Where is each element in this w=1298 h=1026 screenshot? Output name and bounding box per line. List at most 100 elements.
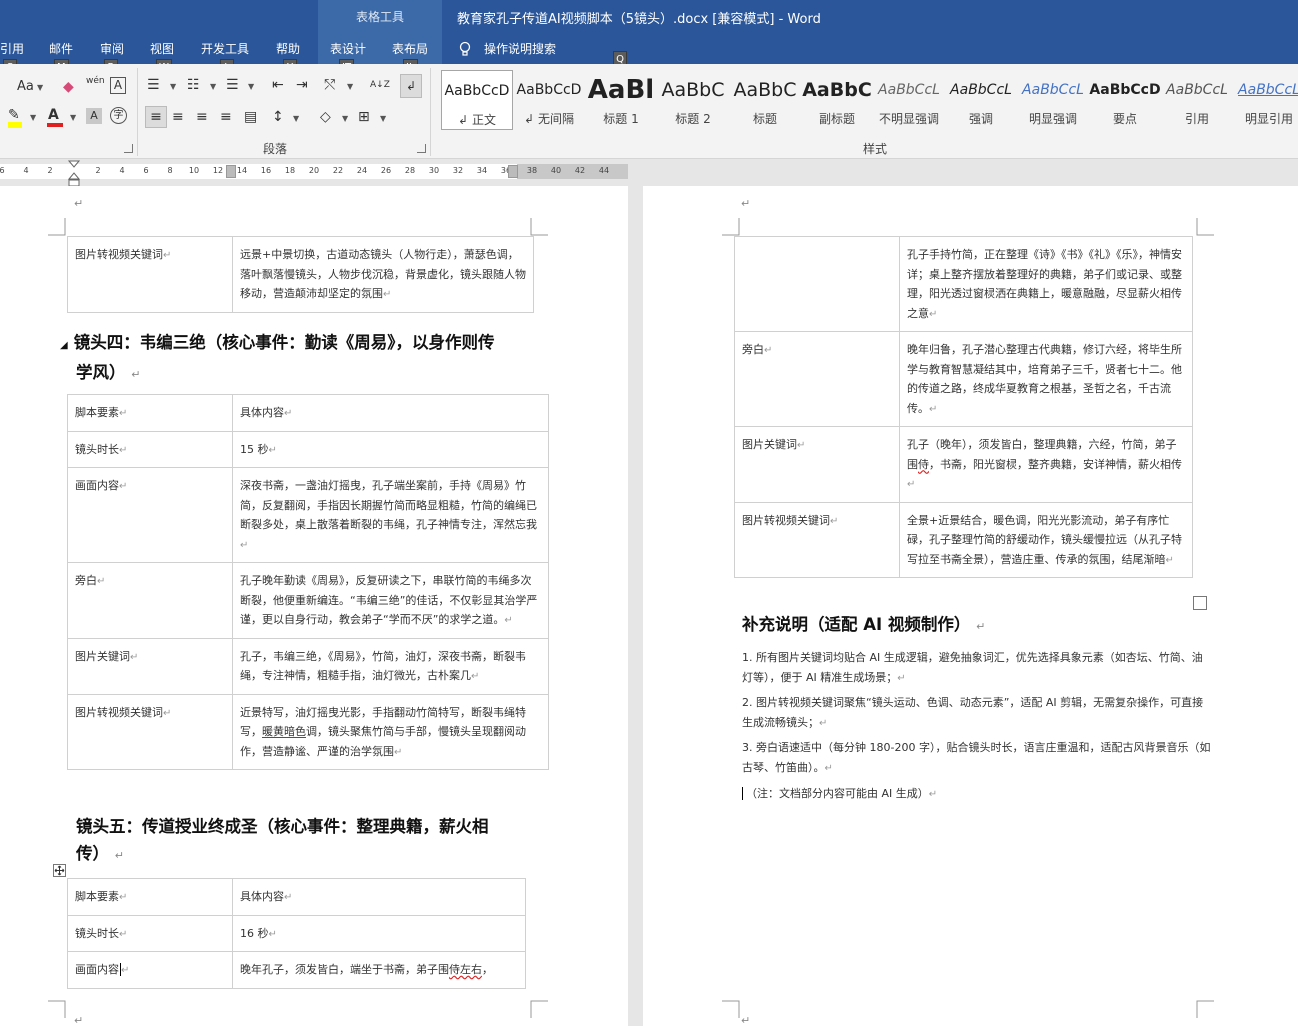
- supplement-item[interactable]: 1. 所有图片关键词均贴合 AI 生成逻辑，避免抽象词汇，优先选择具象元素（如杏…: [742, 648, 1212, 688]
- change-case-button[interactable]: Aa: [17, 78, 34, 96]
- table-cell[interactable]: 远景+中景切换，古道动态镜头（人物行走），萧瑟色调，落叶飘落慢镜头，人物步伐沉稳…: [232, 236, 534, 313]
- paragraph-mark-icon: ↲: [524, 112, 535, 126]
- borders-icon[interactable]: ⊞: [358, 108, 370, 126]
- align-right-icon[interactable]: ≡: [196, 108, 208, 126]
- style-normal[interactable]: AaBbCcD ↲ 正文: [441, 70, 513, 130]
- clear-formatting-icon[interactable]: ◆: [63, 78, 74, 96]
- style-quote[interactable]: AaBbCcL 引用: [1161, 70, 1233, 130]
- style-emphasis[interactable]: AaBbCcL 强调: [945, 70, 1017, 130]
- numbering-icon[interactable]: ☷: [187, 76, 200, 94]
- bullets-icon[interactable]: ☰: [147, 76, 160, 94]
- chevron-down-icon: ▼: [248, 82, 255, 91]
- table-cell[interactable]: 画面内容↵: [67, 467, 233, 563]
- style-heading-1[interactable]: AaBl 标题 1: [585, 70, 657, 130]
- table-cell[interactable]: 图片关键词↵: [67, 637, 233, 695]
- shot4-heading[interactable]: ◢ 镜头四：韦编三绝（核心事件：勤读《周易》，以身作则传 学风） ↵: [60, 329, 540, 388]
- table-cell[interactable]: 具体内容↵: [232, 394, 549, 432]
- table-cell[interactable]: 近景特写，油灯摇曳光影，手指翻动竹简特写，断裂韦绳特写，暖黄暗色调，镜头聚焦竹简…: [232, 693, 549, 770]
- table-cell[interactable]: 镜头时长↵: [67, 430, 233, 468]
- table-cell[interactable]: 图片关键词↵: [734, 426, 900, 503]
- style-subtle-emphasis[interactable]: AaBbCcL 不明显强调: [873, 70, 945, 130]
- table-column-marker[interactable]: [508, 165, 518, 178]
- table-cell[interactable]: 脚本要素↵: [67, 394, 233, 432]
- distributed-icon[interactable]: ▤: [244, 108, 257, 126]
- style-name-label: 要点: [1112, 112, 1137, 126]
- supplement-heading[interactable]: 补充说明（适配 AI 视频制作） ↵: [742, 611, 985, 640]
- line-spacing-icon[interactable]: ↕: [272, 108, 284, 126]
- table-cell[interactable]: 脚本要素↵: [67, 878, 233, 916]
- shot5-heading[interactable]: 镜头五：传道授业终成圣（核心事件：整理典籍，薪火相 传） ↵: [76, 813, 546, 869]
- table-cell[interactable]: 具体内容↵: [232, 878, 526, 916]
- tab-developer[interactable]: 开发工具: [201, 40, 249, 57]
- enclose-char-button[interactable]: 字: [110, 107, 127, 124]
- table-cell[interactable]: 晚年孔子，须发皆白，端坐于书斋，弟子围侍左右，: [232, 951, 526, 989]
- table-cell[interactable]: 15 秒↵: [232, 430, 549, 468]
- table-column-marker[interactable]: [226, 165, 236, 178]
- table-cell[interactable]: 旁白↵: [734, 331, 900, 427]
- supplement-item[interactable]: 2. 图片转视频关键词聚焦“镜头运动、色调、动态元素”，适配 AI 剪辑，无需复…: [742, 693, 1212, 733]
- font-dialog-launcher[interactable]: [124, 144, 133, 153]
- table-cell[interactable]: 孔子，韦编三绝，《周易》，竹简，油灯，深夜书斋，断裂韦绳，专注神情，粗糙手指，油…: [232, 637, 549, 695]
- justify-icon[interactable]: ≡: [220, 108, 232, 126]
- style-name-label: 不明显强调: [878, 112, 939, 126]
- table-cell[interactable]: 晚年归鲁，孔子潜心整理古代典籍，修订六经，将毕生所学与教育智慧凝结其中，培育弟子…: [899, 331, 1193, 427]
- increase-indent-icon[interactable]: ⇥: [296, 76, 308, 94]
- sort-button[interactable]: A↓Z: [370, 76, 390, 94]
- style-strong[interactable]: AaBbCcD 要点: [1089, 70, 1161, 130]
- style-intense-emphasis[interactable]: AaBbCcL 明显强调: [1017, 70, 1089, 130]
- tab-table-layout[interactable]: 表布局: [392, 40, 428, 57]
- style-heading-2[interactable]: AaBbC 标题 2: [657, 70, 729, 130]
- table-cell[interactable]: [734, 236, 900, 332]
- tab-review[interactable]: 审阅: [100, 40, 124, 57]
- document-page-left[interactable]: ↵ 图片转视频关键词↵ 远景+中景切换，古道动态镜头（人物行走），萧瑟色调，落叶…: [0, 186, 628, 1026]
- document-page-right[interactable]: ↵ 孔子手持竹简，正在整理《诗》《书》《礼》《乐》，神情安详；桌上整齐摆放着整理…: [643, 186, 1298, 1026]
- table-resize-handle[interactable]: [1193, 596, 1207, 610]
- tab-help[interactable]: 帮助: [276, 40, 300, 57]
- phonetic-guide-button[interactable]: wén: [86, 76, 105, 86]
- indent-marker[interactable]: [68, 160, 80, 188]
- collapse-triangle-icon[interactable]: ◢: [60, 340, 68, 351]
- style-name-label: 副标题: [818, 112, 855, 126]
- table-cell[interactable]: 深夜书斋，一盏油灯摇曳，孔子端坐案前，手持《周易》竹简，反复翻阅，手指因长期握竹…: [232, 467, 549, 563]
- style-intense-quote[interactable]: AaBbCcL 明显引用: [1233, 70, 1298, 130]
- table-cell[interactable]: 孔子（晚年），须发皆白，整理典籍，六经，竹简，弟子围侍，书斋，阳光窗棂，整齐典籍…: [899, 426, 1193, 503]
- show-marks-icon[interactable]: ↲: [400, 74, 422, 98]
- table-cell[interactable]: 镜头时长↵: [67, 914, 233, 952]
- highlighter-icon[interactable]: ✎: [8, 106, 20, 124]
- table-cell[interactable]: 旁白↵: [67, 562, 233, 639]
- tell-me-search[interactable]: 操作说明搜索: [484, 40, 556, 57]
- tab-view[interactable]: 视图: [150, 40, 174, 57]
- table-cell[interactable]: 画面内容↵: [67, 951, 233, 989]
- table-cell[interactable]: 图片转视频关键词↵: [67, 236, 233, 313]
- font-color-icon[interactable]: A: [48, 106, 59, 124]
- align-center-icon[interactable]: ≡: [172, 108, 184, 126]
- tab-references[interactable]: 引用: [0, 40, 24, 57]
- table-cell[interactable]: 16 秒↵: [232, 914, 526, 952]
- spelling-flagged-text[interactable]: 侍左右: [449, 963, 482, 976]
- table-cell[interactable]: 孔子手持竹简，正在整理《诗》《书》《礼》《乐》，神情安详；桌上整齐摆放着整理好的…: [899, 236, 1193, 332]
- paragraph-dialog-launcher[interactable]: [417, 144, 426, 153]
- style-title[interactable]: AaBbC 标题: [729, 70, 801, 130]
- style-subtitle[interactable]: AaBbC 副标题: [801, 70, 873, 130]
- char-shading-icon[interactable]: A: [86, 108, 102, 124]
- horizontal-ruler[interactable]: 6 4 2 2 4 6 8 10 12 14 16 18 20 22 24 26…: [0, 160, 628, 188]
- align-left-icon[interactable]: ≡: [145, 106, 167, 128]
- cell-key: 旁白: [75, 574, 97, 587]
- tab-table-design[interactable]: 表设计: [330, 40, 366, 57]
- spelling-flagged-text[interactable]: 侍: [918, 458, 929, 471]
- table-move-handle-icon[interactable]: [53, 864, 66, 877]
- grammar-flagged-text[interactable]: 暖黄暗色: [262, 725, 306, 738]
- tab-mailings[interactable]: 邮件: [49, 40, 73, 57]
- supplement-item[interactable]: 3. 旁白语速适中（每分钟 180-200 字），贴合镜头时长，语言庄重温和，适…: [742, 738, 1212, 778]
- ai-generated-footnote[interactable]: （注：文档部分内容可能由 AI 生成）↵: [742, 784, 1212, 805]
- shading-icon[interactable]: ◇: [320, 108, 331, 126]
- table-cell[interactable]: 全景+近景结合，暖色调，阳光光影流动，弟子有序忙碌，孔子整理竹简的舒缓动作，镜头…: [899, 501, 1193, 578]
- table-cell[interactable]: 图片转视频关键词↵: [734, 501, 900, 578]
- table-cell[interactable]: 孔子晚年勤读《周易》，反复研读之下，串联竹简的韦绳多次断裂，他便重新编连。“韦编…: [232, 562, 549, 639]
- style-no-spacing[interactable]: AaBbCcD ↲ 无间隔: [513, 70, 585, 130]
- multilevel-list-icon[interactable]: ☰: [226, 76, 239, 94]
- char-border-button[interactable]: A: [110, 77, 126, 94]
- table-cell[interactable]: 图片转视频关键词↵: [67, 693, 233, 770]
- decrease-indent-icon[interactable]: ⇤: [272, 76, 284, 94]
- chinese-layout-icon[interactable]: ⤲: [324, 76, 335, 94]
